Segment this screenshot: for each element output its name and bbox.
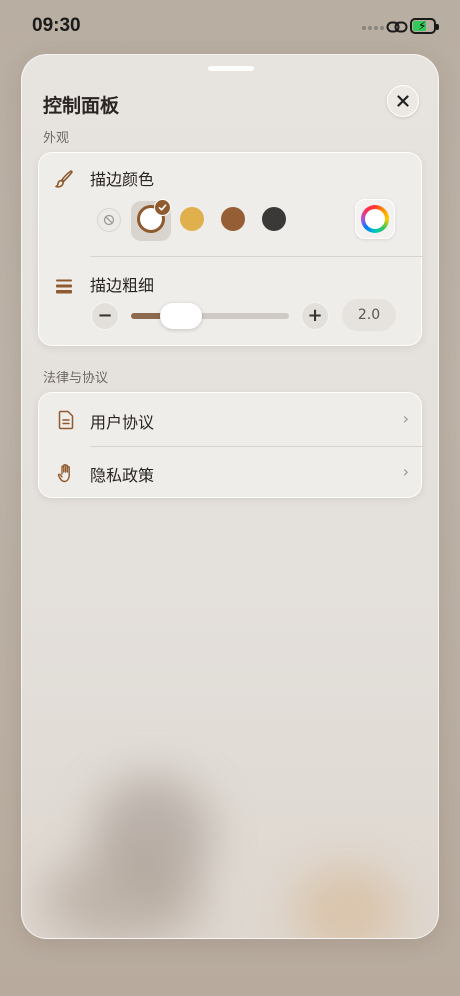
panel-title: 控制面板 bbox=[43, 95, 120, 117]
legal-card: 用户协议 › 隐私政策 › bbox=[38, 392, 423, 499]
chevron-right-icon: › bbox=[402, 462, 409, 481]
swatch-yellow[interactable] bbox=[180, 207, 204, 231]
swatch-dark[interactable] bbox=[262, 207, 286, 231]
document-icon bbox=[55, 409, 77, 431]
decrease-width-button[interactable]: − bbox=[91, 302, 119, 330]
stroke-color-label: 描边颜色 bbox=[90, 170, 155, 189]
custom-color-button[interactable] bbox=[355, 199, 395, 239]
sheet-grabber[interactable] bbox=[208, 66, 254, 71]
appearance-card: 描边颜色 描边粗细 − + 2.0 bbox=[38, 152, 423, 346]
section-label-legal: 法律与协议 bbox=[43, 371, 109, 386]
privacy-policy-label: 隐私政策 bbox=[90, 466, 155, 485]
status-bar: 09:30 ⚡ bbox=[0, 0, 460, 54]
user-agreement-label: 用户协议 bbox=[90, 413, 155, 432]
hand-icon bbox=[55, 462, 77, 484]
section-label-appearance: 外观 bbox=[43, 131, 70, 146]
minus-icon: − bbox=[97, 305, 113, 326]
color-wheel-icon bbox=[361, 205, 389, 233]
stroke-width-label: 描边粗细 bbox=[90, 276, 155, 295]
link-icon bbox=[386, 21, 408, 33]
stroke-width-value: 2.0 bbox=[342, 299, 396, 331]
swatch-brown[interactable] bbox=[221, 207, 245, 231]
divider bbox=[90, 256, 423, 257]
slider-thumb[interactable] bbox=[160, 303, 202, 329]
list-item-user-agreement[interactable]: 用户协议 › bbox=[39, 393, 423, 446]
no-color-icon bbox=[103, 214, 115, 226]
selected-check-icon bbox=[154, 199, 171, 216]
control-panel-sheet: 控制面板 外观 描边颜色 描边粗细 − + 2.0 法律与协议 用户协议 › 隐… bbox=[21, 54, 439, 939]
brush-icon bbox=[53, 168, 75, 190]
close-icon bbox=[397, 95, 409, 107]
increase-width-button[interactable]: + bbox=[301, 302, 329, 330]
stroke-width-slider[interactable] bbox=[131, 313, 289, 319]
close-button[interactable] bbox=[387, 85, 419, 117]
battery-icon: ⚡ bbox=[410, 18, 439, 34]
chevron-right-icon: › bbox=[402, 409, 409, 428]
cellular-signal-icon bbox=[362, 26, 384, 32]
list-item-privacy-policy[interactable]: 隐私政策 › bbox=[39, 447, 423, 499]
plus-icon: + bbox=[307, 305, 323, 326]
status-time: 09:30 bbox=[32, 15, 81, 36]
swatch-none[interactable] bbox=[97, 208, 121, 232]
lines-icon bbox=[53, 275, 75, 297]
